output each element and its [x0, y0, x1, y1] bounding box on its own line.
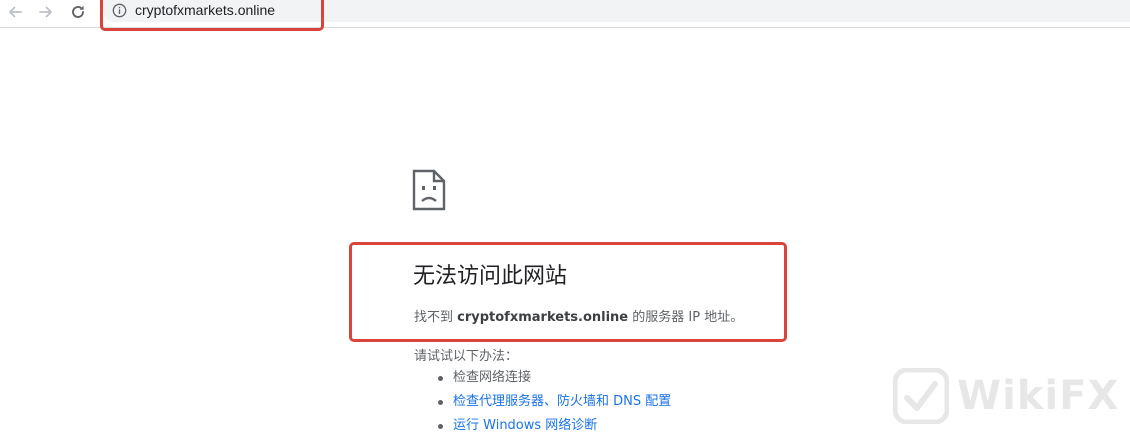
- watermark: WikiFX: [893, 366, 1119, 426]
- suggestion-item: 检查网络连接: [414, 368, 671, 392]
- arrow-left-icon: [9, 6, 22, 18]
- suggestion-run-diagnostics-link[interactable]: 运行 Windows 网络诊断: [453, 418, 597, 433]
- suggestion-check-network: 检查网络连接: [453, 370, 532, 385]
- sad-document-icon: [412, 169, 446, 211]
- arrow-right-icon: [39, 6, 52, 18]
- suggestion-check-proxy-link[interactable]: 检查代理服务器、防火墙和 DNS 配置: [453, 394, 671, 409]
- suggestion-item[interactable]: 运行 Windows 网络诊断: [414, 416, 671, 440]
- error-highlight-box: [349, 242, 787, 342]
- browser-page: cryptofxmarkets.online 无法访问此网站 找不到 crypt…: [0, 0, 1130, 446]
- bullet-icon: [438, 376, 443, 381]
- bullet-icon: [438, 424, 443, 429]
- reload-button[interactable]: [66, 0, 90, 24]
- suggestion-list: 检查网络连接 检查代理服务器、防火墙和 DNS 配置 运行 Windows 网络…: [414, 368, 671, 440]
- back-button[interactable]: [3, 0, 27, 24]
- wikifx-logo-icon: [893, 368, 949, 424]
- suggestion-item[interactable]: 检查代理服务器、防火墙和 DNS 配置: [414, 392, 671, 416]
- url-highlight-box: [100, 0, 324, 31]
- forward-button[interactable]: [34, 0, 58, 24]
- suggestion-intro: 请试试以下办法：: [414, 349, 519, 364]
- reload-icon: [72, 5, 84, 18]
- watermark-text: WikiFX: [957, 373, 1120, 419]
- bullet-icon: [438, 400, 443, 405]
